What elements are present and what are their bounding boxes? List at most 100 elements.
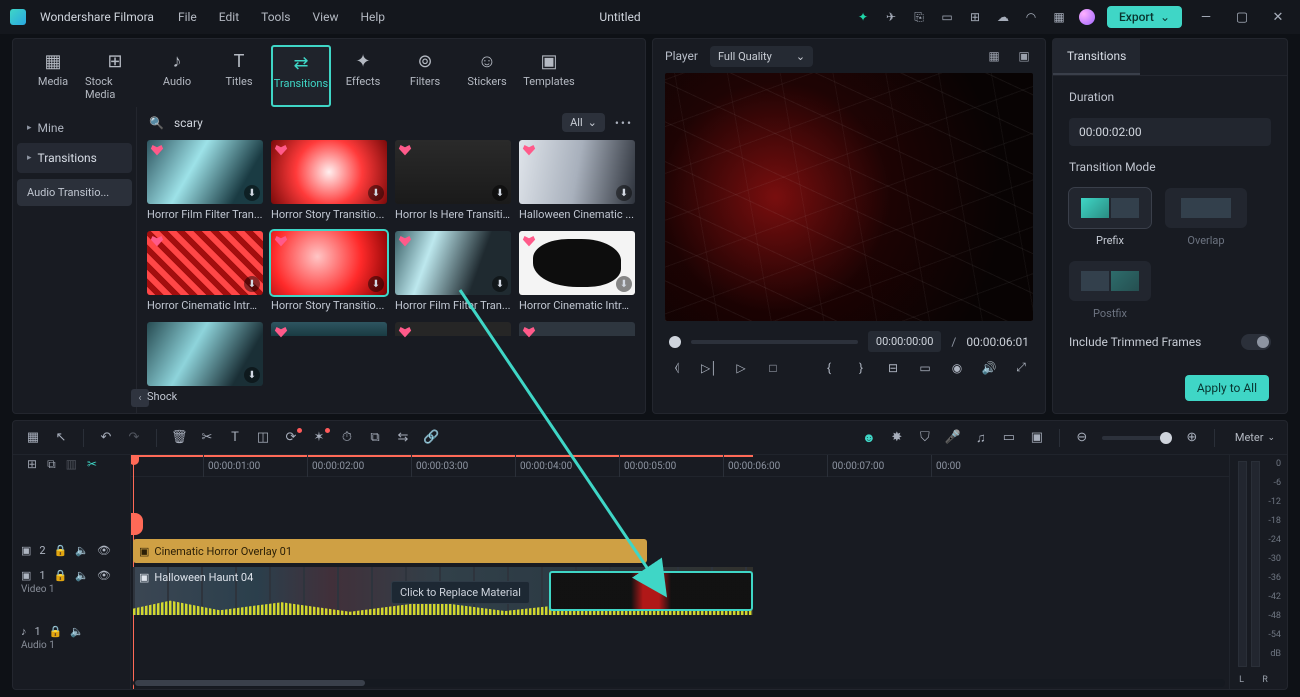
speed-button[interactable]: ⟳ [283, 430, 299, 445]
sidebar-item-mine[interactable]: ▸Mine [17, 113, 132, 143]
lock-icon[interactable]: 🔒 [54, 544, 68, 557]
favorite-icon[interactable] [274, 234, 288, 248]
shield-icon[interactable]: ⛉ [917, 430, 933, 446]
tool3-icon[interactable]: ▥ [66, 457, 77, 479]
color-button[interactable]: ✶ [311, 430, 327, 445]
crop-button[interactable]: ◫ [255, 430, 271, 445]
sidebar-item-transitions[interactable]: ▸Transitions [17, 143, 132, 173]
zoom-out-button[interactable]: ⊖ [1074, 430, 1090, 445]
delete-button[interactable]: 🗑 [171, 430, 187, 445]
headphones-icon[interactable]: ◠ [1023, 9, 1039, 25]
favorite-icon[interactable] [522, 143, 536, 157]
duration-input[interactable]: 00:00:02:00 [1069, 118, 1271, 146]
track-head-video[interactable]: ▣1 🔒 🔈 👁 Video 1 [13, 565, 130, 621]
tool1-icon[interactable]: ⊞ [27, 457, 37, 479]
window-minimize-button[interactable]: — [1194, 10, 1218, 25]
mark-out-button[interactable]: } [853, 361, 869, 375]
transition-card[interactable]: ⬇Shock [147, 322, 263, 403]
trimmed-frames-toggle[interactable] [1241, 334, 1271, 350]
play-button[interactable]: ▷ [733, 361, 749, 375]
volume-icon[interactable]: 🔊 [981, 361, 997, 375]
camera-icon[interactable]: ◉ [949, 361, 965, 375]
menu-help[interactable]: Help [360, 10, 385, 24]
redo-button[interactable]: ↷ [126, 430, 142, 445]
filter-dropdown[interactable]: All⌄ [562, 113, 605, 132]
zoom-in-button[interactable]: ⊕ [1184, 430, 1200, 445]
frame-icon[interactable]: ▣ [1029, 430, 1045, 446]
menu-view[interactable]: View [313, 10, 339, 24]
lock-icon[interactable]: 🔒 [49, 625, 63, 638]
export-button[interactable]: Export⌄ [1107, 6, 1182, 28]
download-icon[interactable]: ⬇ [244, 185, 260, 201]
favorite-icon[interactable] [150, 143, 164, 157]
snapshot-icon[interactable]: ▣ [1015, 49, 1033, 63]
playhead-handle[interactable] [669, 336, 681, 348]
tab-templates[interactable]: ▣Templates [519, 45, 579, 107]
favorite-icon[interactable] [150, 234, 164, 248]
library-icon[interactable]: ⊞ [967, 9, 983, 25]
mode-prefix[interactable]: Prefix [1069, 188, 1151, 247]
marker-icon[interactable]: ▭ [1001, 430, 1017, 446]
avatar-icon[interactable] [1079, 9, 1095, 25]
mode-postfix[interactable]: Postfix [1069, 261, 1151, 320]
menu-tools[interactable]: Tools [261, 10, 290, 24]
window-close-button[interactable]: ✕ [1266, 10, 1290, 25]
tab-audio[interactable]: ♪Audio [147, 45, 207, 107]
mic-icon[interactable]: 🎤 [945, 430, 961, 446]
fullscreen-button[interactable]: ⤢ [1013, 360, 1029, 375]
scrub-bar[interactable] [691, 340, 858, 344]
favorite-icon[interactable] [398, 234, 412, 248]
text-tool-button[interactable]: T [227, 430, 243, 445]
gift-icon[interactable]: ✦ [855, 9, 871, 25]
step-back-button[interactable]: ▷│ [701, 361, 717, 375]
apply-to-all-button[interactable]: Apply to All [1185, 375, 1269, 401]
music-icon[interactable]: ♫ [973, 430, 989, 446]
search-input[interactable] [174, 116, 552, 130]
favorite-icon[interactable] [398, 143, 412, 157]
transition-card[interactable]: ⬇Horror Film Filter Tran... [147, 140, 263, 221]
transition-card[interactable]: ⬇Horror Story Transitio... [271, 140, 387, 221]
eye-icon[interactable]: 👁 [97, 544, 111, 557]
mute-icon[interactable]: 🔈 [75, 544, 89, 557]
transition-card[interactable]: ⬇Horror Cinematic Intro... [519, 231, 635, 312]
transition-card[interactable]: ⬇Halloween Cinematic ... [519, 140, 635, 221]
window-maximize-button[interactable]: ▢ [1230, 10, 1254, 25]
face-icon[interactable]: ☻ [861, 430, 877, 446]
menu-edit[interactable]: Edit [219, 10, 239, 24]
notify-icon[interactable]: ⎘ [911, 9, 927, 25]
screen-icon[interactable]: ▭ [939, 9, 955, 25]
tab-effects[interactable]: ✦Effects [333, 45, 393, 107]
download-icon[interactable]: ⬇ [244, 367, 260, 383]
link-icon[interactable]: 🔗 [423, 430, 439, 445]
prev-frame-button[interactable]: ⦉ [669, 360, 685, 375]
download-icon[interactable]: ⬇ [368, 276, 384, 292]
mark-in-button[interactable]: { [821, 361, 837, 375]
tab-stickers[interactable]: ☺Stickers [457, 45, 517, 107]
mute-icon[interactable]: 🔈 [75, 569, 89, 582]
stop-button[interactable]: □ [765, 361, 781, 375]
download-icon[interactable]: ⬇ [244, 276, 260, 292]
sidebar-item-audio-transitions[interactable]: Audio Transitio... [17, 179, 132, 206]
in-point-marker[interactable] [131, 513, 143, 535]
preview-viewport[interactable] [665, 73, 1033, 321]
transition-card[interactable]: ⬇Horror Film Filter Tran... [395, 231, 511, 312]
timer-button[interactable]: ⏱ [339, 430, 355, 445]
favorite-icon[interactable] [274, 143, 288, 157]
download-icon[interactable]: ⬇ [616, 185, 632, 201]
timeline-tracks[interactable]: 00:00:01:0000:00:02:0000:00:03:0000:00:0… [131, 455, 1229, 689]
download-icon[interactable]: ⬇ [616, 276, 632, 292]
zoom-slider[interactable] [1102, 436, 1172, 440]
cut-button[interactable]: ✂ [199, 430, 215, 445]
transition-clip[interactable] [549, 571, 753, 611]
ratio-button[interactable]: ⊟ [885, 361, 901, 375]
meter-toggle[interactable]: Meter⌄ [1235, 431, 1275, 444]
quality-dropdown[interactable]: Full Quality⌄ [710, 46, 813, 67]
group-icon[interactable]: ⧉ [367, 430, 383, 445]
swap-icon[interactable]: ⇆ [395, 430, 411, 445]
more-options-button[interactable]: ••• [615, 116, 633, 130]
mute-icon[interactable]: 🔈 [70, 625, 84, 638]
overlay-clip[interactable]: ▣ Cinematic Horror Overlay 01 [133, 539, 647, 563]
tab-media[interactable]: ▦Media [23, 45, 83, 107]
cloud-icon[interactable]: ☁ [995, 9, 1011, 25]
download-icon[interactable]: ⬇ [492, 185, 508, 201]
